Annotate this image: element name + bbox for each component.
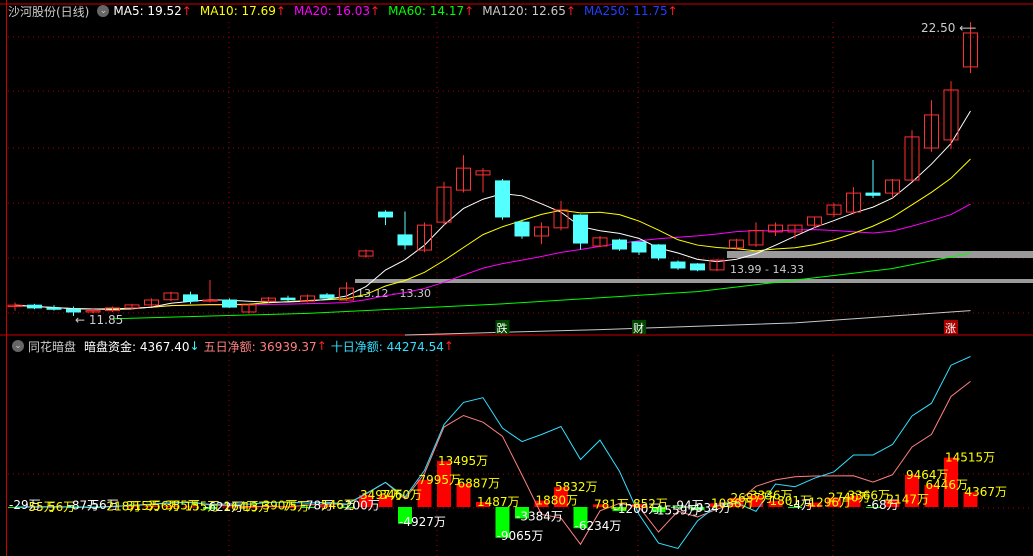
candle-down [865, 192, 881, 196]
ten-day-line [14, 356, 971, 550]
candle-down [378, 211, 393, 218]
flow-value-label: -3384万 [516, 510, 563, 524]
event-marker: 跌 [497, 321, 508, 335]
candle-down [573, 214, 588, 244]
event-marker: 涨 [945, 322, 956, 335]
candle-down [280, 297, 296, 301]
low-price-label: ← 11.85 [75, 313, 123, 327]
ma60-line [112, 252, 971, 320]
ma120-line [404, 310, 971, 336]
flow-value-label: -4927万 [399, 515, 446, 529]
candle-down [222, 299, 237, 308]
candle-down [651, 244, 666, 259]
candle-down [319, 294, 335, 299]
flow-value-label: 5832万 [555, 480, 598, 494]
flow-value-label: 1487万 [477, 495, 520, 509]
support-zone [727, 251, 1033, 258]
flow-value-label: 1880万 [536, 494, 579, 508]
candle-down [27, 304, 42, 309]
five-day-line [14, 381, 971, 546]
candle-down [46, 307, 62, 310]
flow-value-label: 13495万 [438, 454, 488, 468]
flow-value-label: -6234万 [575, 519, 622, 533]
zone-label: 13.99 - 14.33 [730, 263, 804, 276]
flow-value-label: 2147万 [887, 493, 930, 507]
candle-down [495, 180, 510, 218]
support-zone [355, 279, 1033, 283]
flow-value-label: 4367万 [965, 485, 1008, 499]
event-marker: 财 [633, 321, 644, 335]
flow-value-label: 6887万 [458, 477, 501, 491]
flow-value-label: 3460万 [380, 488, 423, 502]
flow-value-label: 14515万 [945, 451, 995, 465]
flow-value-label: -9065万 [497, 529, 544, 543]
candle-down [631, 241, 647, 253]
high-price-label: 22.50 ⟵ [921, 21, 976, 35]
flow-value-label: 6446万 [926, 478, 969, 492]
candle-down [612, 239, 627, 250]
flow-value-label: 7995万 [419, 473, 462, 487]
ma10-line [14, 158, 971, 310]
candle-down [397, 234, 413, 246]
candle-down [66, 308, 81, 313]
candle-down [690, 263, 705, 271]
candle-down [183, 294, 198, 302]
candle-down [670, 261, 686, 269]
kline-chart[interactable]: 13.12 - 13.3013.99 - 14.3322.50 ⟵← 11.85… [0, 0, 1033, 556]
candle-down [514, 221, 530, 237]
